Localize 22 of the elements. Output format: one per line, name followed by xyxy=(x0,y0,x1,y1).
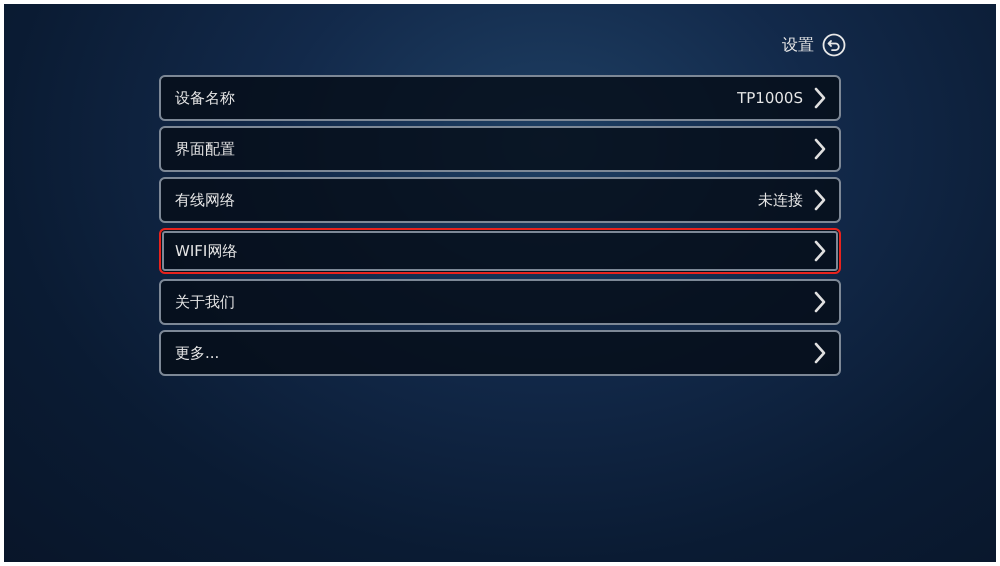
menu-label: 界面配置 xyxy=(175,140,235,158)
back-icon[interactable] xyxy=(822,33,846,57)
menu-item[interactable]: 界面配置 xyxy=(159,126,841,172)
menu-item[interactable]: 更多... xyxy=(159,330,841,376)
menu-label: 更多... xyxy=(175,344,220,362)
menu-label: 关于我们 xyxy=(175,292,235,312)
menu-item[interactable]: 设备名称 TP1000S xyxy=(159,75,841,121)
page-title: 设置 xyxy=(782,34,814,56)
chevron-right-icon xyxy=(813,341,827,365)
chevron-right-icon xyxy=(813,188,827,212)
chevron-right-icon xyxy=(813,239,827,263)
menu-item[interactable]: 关于我们 xyxy=(159,279,841,325)
menu-label: 有线网络 xyxy=(175,190,235,210)
chevron-right-icon xyxy=(813,86,827,110)
menu-label: WIFI网络 xyxy=(175,242,238,260)
menu-item[interactable]: 有线网络 未连接 xyxy=(159,177,841,223)
menu-label: 设备名称 xyxy=(175,88,235,108)
chevron-right-icon xyxy=(813,137,827,161)
chevron-right-icon xyxy=(813,290,827,314)
menu-value: 未连接 xyxy=(758,190,803,210)
menu-value: TP1000S xyxy=(737,89,803,107)
menu-item[interactable]: WIFI网络 xyxy=(159,228,841,274)
